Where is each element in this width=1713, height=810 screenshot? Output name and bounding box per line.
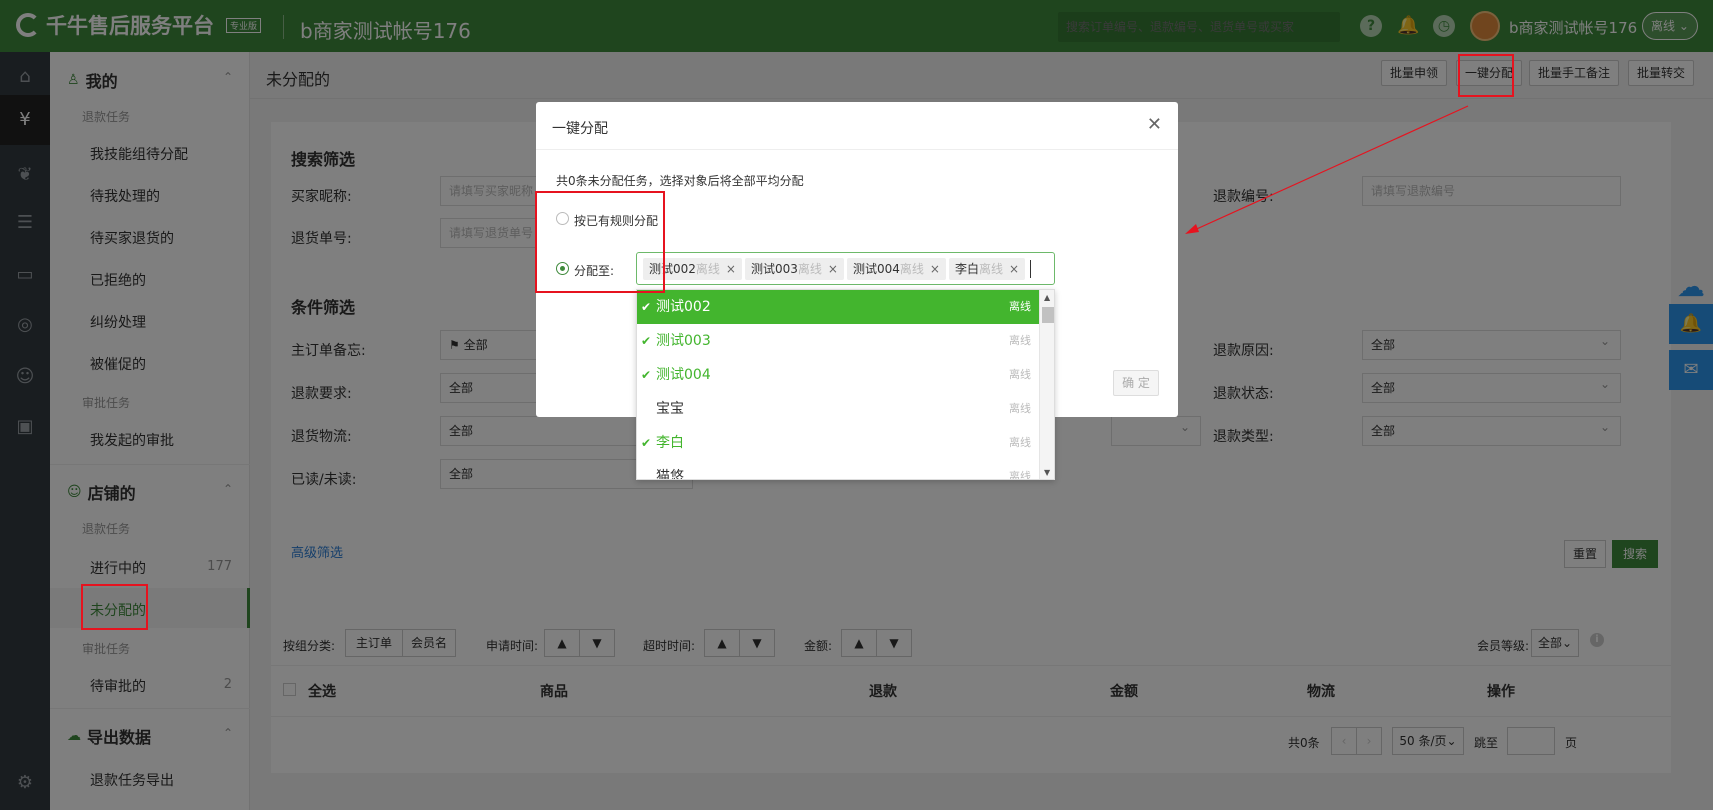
annotation-arrow: [1185, 105, 1469, 234]
